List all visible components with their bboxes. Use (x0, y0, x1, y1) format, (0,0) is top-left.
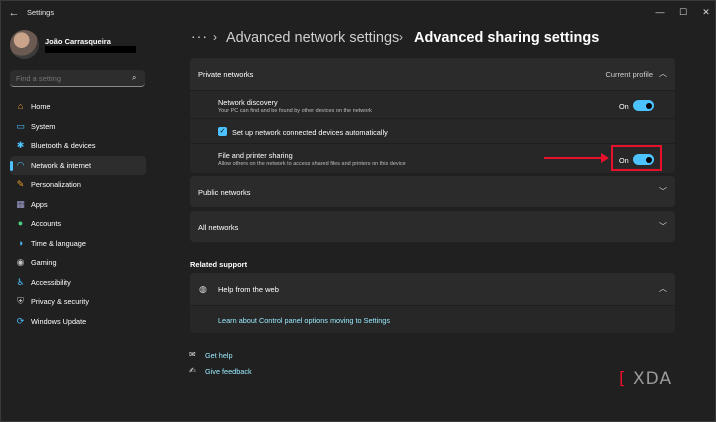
accessibility-icon: ♿ (16, 276, 25, 287)
all-networks-title: All networks (198, 223, 239, 232)
chevron-down-icon[interactable]: ﹀ (658, 186, 668, 197)
auto-setup-label[interactable]: Set up network connected devices automat… (232, 128, 388, 137)
xda-watermark-logo: [ XDA (619, 369, 689, 389)
settings-window: ← Settings — ☐ ✕ João Carrasqueira ⌕ ⌂ Ho… (0, 0, 716, 422)
back-arrow-icon[interactable]: ← (7, 6, 21, 20)
breadcrumb-overflow-button[interactable]: ··· (191, 28, 208, 44)
person-icon: ● (17, 218, 24, 228)
sidebar-item-label: Accounts (31, 219, 62, 228)
page-title: Advanced sharing settings (414, 30, 600, 46)
private-networks-header[interactable]: Private networks Current profile ︿ (190, 58, 675, 90)
help-from-web-header[interactable]: ◍ Help from the web ︿ (190, 273, 675, 305)
user-name: João Carrasqueira (45, 37, 111, 46)
network-discovery-row: Network discovery Your PC can find and b… (190, 90, 675, 118)
public-networks-card[interactable]: Public networks ﹀ (190, 176, 675, 207)
control-panel-info-link[interactable]: Learn about Control panel options moving… (218, 316, 390, 325)
chat-help-icon: ✉ (189, 350, 196, 359)
help-link-row: Learn about Control panel options moving… (190, 305, 675, 333)
file-sharing-description: Allow others on the network to access sh… (218, 161, 406, 167)
all-networks-card[interactable]: All networks ﹀ (190, 211, 675, 242)
shield-icon: ⛨ (17, 296, 24, 306)
annotation-arrow-head (601, 153, 609, 163)
monitor-icon: ▭ (16, 120, 25, 131)
brush-icon: ✎ (16, 179, 25, 189)
sidebar-item-label: Privacy & security (31, 297, 89, 306)
sidebar-item-personalization[interactable]: ✎ Personalization (10, 175, 146, 195)
sidebar-item-label: Windows Update (31, 316, 87, 326)
chevron-right-icon: › (399, 30, 403, 44)
help-from-web-title: Help from the web (218, 285, 279, 294)
bluetooth-icon: ✱ (16, 140, 25, 150)
sidebar-nav: ⌂ Home ▭ System ✱ Bluetooth & devices ◠ Network… (10, 97, 146, 331)
chevron-up-icon[interactable]: ︿ (658, 68, 668, 79)
current-profile-label: Current profile (605, 70, 653, 79)
network-discovery-state: On (619, 102, 629, 111)
xda-text: XDA (633, 369, 673, 389)
annotation-highlight-box (611, 145, 662, 171)
sidebar-item-label: Apps (31, 199, 48, 209)
chevron-right-icon: › (213, 30, 217, 44)
breadcrumb-parent-link[interactable]: Advanced network settings (226, 30, 399, 46)
globe-icon: ◍ (199, 284, 207, 294)
network-discovery-toggle[interactable] (633, 100, 654, 111)
chevron-down-icon[interactable]: ﹀ (658, 221, 668, 232)
sidebar-item-time-language[interactable]: ◑ Time & language (10, 234, 146, 254)
title-bar: ← Settings — ☐ ✕ (1, 1, 716, 25)
private-networks-title: Private networks (198, 70, 254, 79)
sidebar-item-system[interactable]: ▭ System (10, 117, 146, 137)
feedback-icon: ✍ (189, 366, 196, 375)
sidebar-item-accounts[interactable]: ● Accounts (10, 214, 146, 234)
update-icon: ⟳ (16, 315, 25, 326)
gamepad-icon: ◉ (16, 257, 25, 267)
sidebar-item-privacy-security[interactable]: ⛨ Privacy & security (10, 292, 146, 312)
sidebar-item-windows-update[interactable]: ⟳ Windows Update (10, 312, 146, 332)
help-from-web-card: ◍ Help from the web ︿ Learn about Contro… (190, 273, 675, 333)
sidebar-item-bluetooth-devices[interactable]: ✱ Bluetooth & devices (10, 136, 146, 156)
xda-bracket: [ (619, 369, 626, 389)
home-icon: ⌂ (17, 101, 24, 111)
user-profile[interactable]: João Carrasqueira (10, 30, 150, 60)
give-feedback-label[interactable]: Give feedback (205, 367, 252, 376)
sidebar-item-accessibility[interactable]: ♿ Accessibility (10, 273, 146, 293)
auto-setup-checkbox[interactable]: ✓ (218, 127, 227, 136)
sidebar-item-label: Bluetooth & devices (31, 141, 96, 150)
close-button[interactable]: ✕ (693, 4, 716, 20)
toggle-knob (645, 102, 652, 109)
sidebar-item-label: System (31, 121, 56, 131)
search-input[interactable] (16, 74, 126, 83)
sidebar-item-label: Network & internet (31, 160, 92, 170)
sidebar-item-label: Gaming (31, 258, 57, 267)
related-support-heading: Related support (190, 260, 248, 269)
annotation-arrow (544, 157, 604, 159)
sidebar-item-label: Personalization (31, 180, 81, 189)
search-icon[interactable]: ⌕ (132, 73, 136, 83)
get-help-label[interactable]: Get help (205, 351, 233, 360)
network-discovery-description: Your PC can find and be found by other d… (218, 108, 372, 114)
file-sharing-title: File and printer sharing (218, 151, 293, 160)
sidebar-item-gaming[interactable]: ◉ Gaming (10, 253, 146, 273)
sidebar-item-network-internet[interactable]: ◠ Network & internet (10, 155, 146, 175)
sidebar-item-label: Home (31, 102, 51, 111)
app-title: Settings (27, 8, 55, 17)
public-networks-title: Public networks (198, 188, 251, 197)
sidebar-item-home[interactable]: ⌂ Home (10, 97, 146, 117)
search-box[interactable]: ⌕ (10, 70, 145, 87)
chevron-up-icon[interactable]: ︿ (658, 283, 668, 294)
wifi-icon: ◠ (16, 159, 25, 170)
sidebar-item-label: Accessibility (31, 277, 71, 287)
auto-setup-row: ✓ Set up network connected devices autom… (190, 118, 675, 143)
sidebar-item-label: Time & language (31, 238, 86, 248)
sidebar-item-apps[interactable]: ▦ Apps (10, 195, 146, 215)
redacted-email (45, 46, 136, 53)
apps-icon: ▦ (16, 198, 25, 209)
globe-clock-icon: ◑ (17, 237, 24, 248)
avatar[interactable] (10, 30, 39, 59)
network-discovery-title: Network discovery (218, 98, 278, 107)
